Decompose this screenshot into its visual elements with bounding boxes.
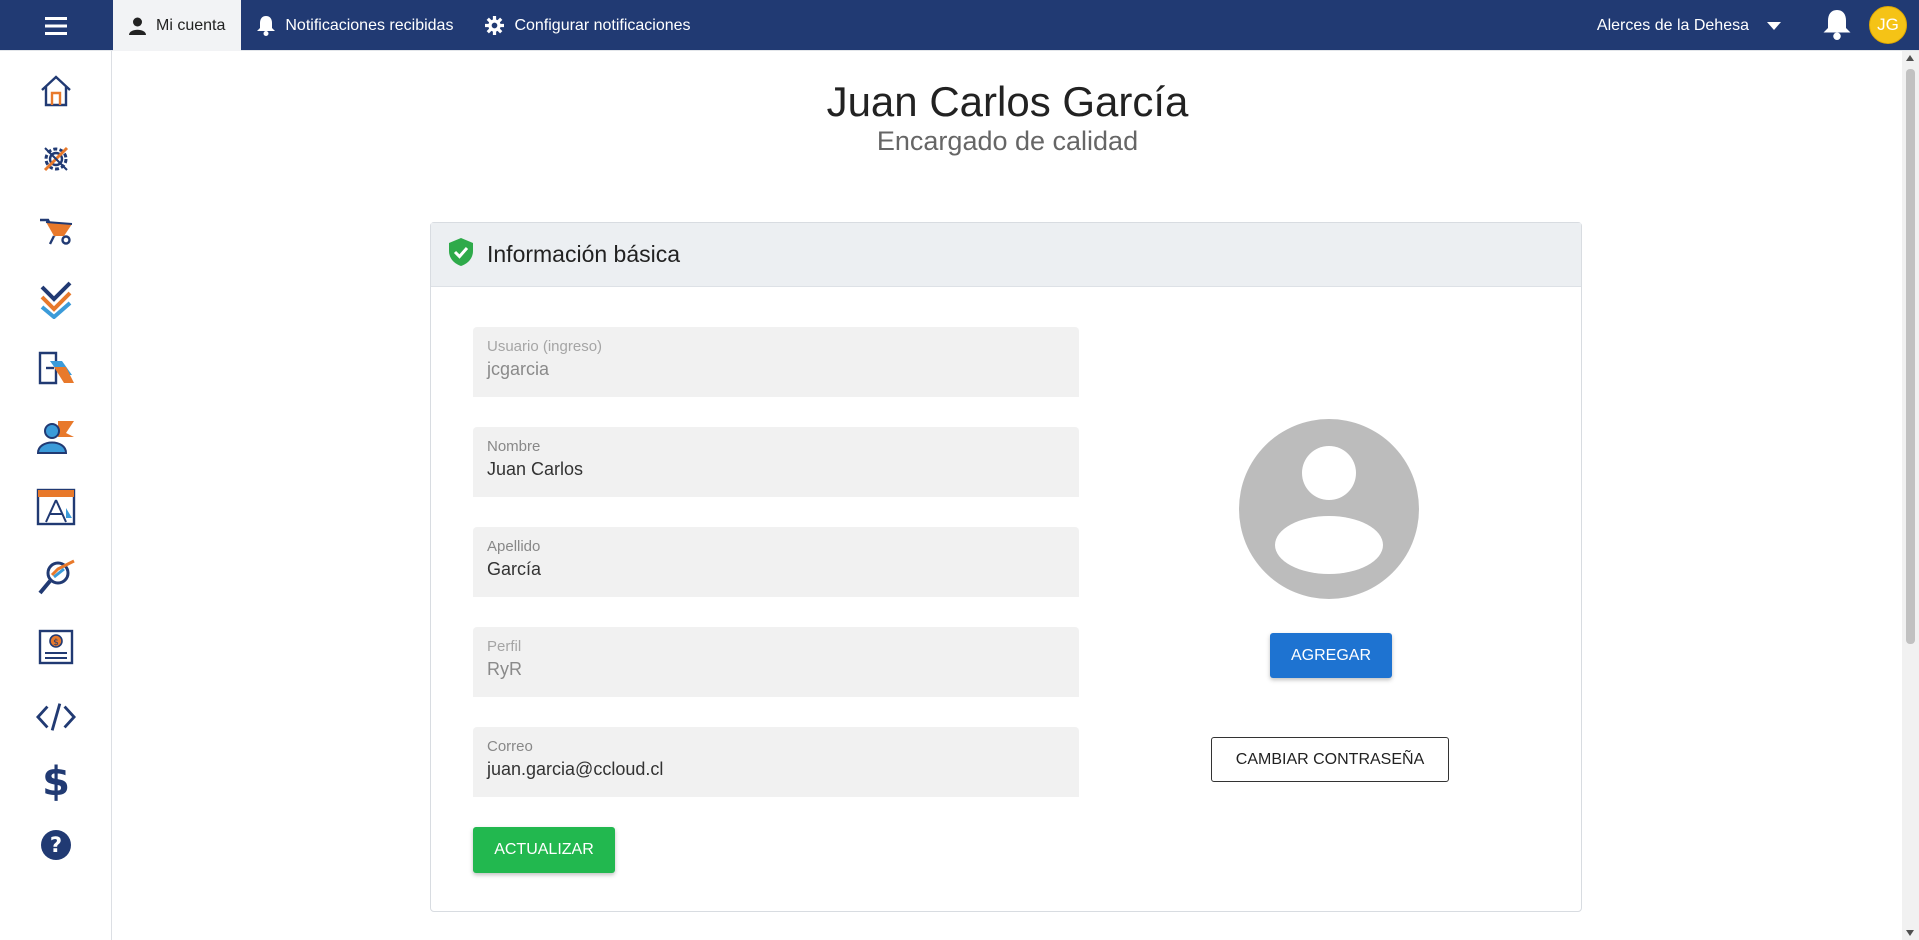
change-password-button[interactable]: CAMBIAR CONTRASEÑA: [1211, 737, 1449, 782]
shield-check-icon: [449, 238, 473, 271]
dollar-icon[interactable]: $: [36, 760, 76, 802]
tab-configurar-notificaciones[interactable]: Configurar notificaciones: [469, 0, 706, 51]
profile-name: Juan Carlos García: [826, 78, 1189, 125]
top-navigation-bar: Mi cuenta Notificaciones recibidas Confi…: [0, 0, 1919, 51]
first-name-field[interactable]: Nombre Juan Carlos: [473, 427, 1079, 497]
blueprint-icon[interactable]: [36, 487, 76, 527]
home-icon[interactable]: [36, 71, 76, 111]
avatar-placeholder-icon: [1239, 419, 1419, 599]
username-label: Usuario (ingreso): [487, 338, 603, 355]
last-name-field[interactable]: Apellido García: [473, 527, 1079, 597]
profile-role: Encargado de calidad: [876, 126, 1139, 156]
tab-label: Mi cuenta: [156, 16, 226, 34]
tab-notificaciones-recibidas[interactable]: Notificaciones recibidas: [241, 0, 469, 51]
wheelbarrow-icon[interactable]: [36, 209, 76, 249]
profile-value: RyR: [487, 659, 522, 679]
tab-label: Notificaciones recibidas: [285, 16, 454, 34]
people-icon[interactable]: [36, 417, 76, 457]
svg-text:$: $: [42, 760, 70, 802]
last-name-label: Apellido: [487, 538, 541, 555]
add-photo-button[interactable]: AGREGAR: [1270, 633, 1392, 678]
username-value: jcgarcia: [487, 359, 550, 379]
scroll-down-arrow-icon[interactable]: [1906, 930, 1914, 936]
company-name: Alerces de la Dehesa: [1596, 16, 1749, 34]
top-tabs: Mi cuenta Notificaciones recibidas Confi…: [113, 0, 707, 51]
user-avatar[interactable]: JG: [1869, 6, 1907, 44]
first-name-label: Nombre: [487, 438, 541, 455]
scroll-thumb[interactable]: [1906, 69, 1915, 644]
first-name-input[interactable]: Juan Carlos: [487, 459, 1065, 483]
page-scrollbar[interactable]: [1902, 51, 1919, 940]
budget-icon[interactable]: $: [36, 627, 76, 667]
username-field: Usuario (ingreso) jcgarcia: [473, 327, 1079, 397]
gear-icon: [485, 16, 505, 35]
user-icon: [129, 17, 146, 35]
chevron-down-icon: [1767, 21, 1781, 30]
company-selector[interactable]: Alerces de la Dehesa: [1597, 0, 1781, 51]
transfer-icon[interactable]: [36, 349, 76, 389]
checklist-icon[interactable]: [36, 279, 76, 319]
scroll-up-arrow-icon[interactable]: [1906, 55, 1914, 61]
profile-photo-placeholder: [1239, 419, 1419, 599]
email-input[interactable]: juan.garcia@ccloud.cl: [487, 759, 1065, 783]
profile-label: Perfil: [487, 638, 522, 655]
tab-mi-cuenta[interactable]: Mi cuenta: [113, 0, 242, 51]
settings-tools-icon[interactable]: [36, 139, 76, 179]
code-icon[interactable]: [36, 697, 76, 737]
card-header: Información básica: [431, 223, 1581, 287]
last-name-input[interactable]: García: [487, 559, 1065, 583]
email-field[interactable]: Correo juan.garcia@ccloud.cl: [473, 727, 1079, 797]
inspection-icon[interactable]: [36, 557, 76, 597]
help-icon[interactable]: ?: [36, 825, 76, 865]
svg-text:$: $: [53, 638, 59, 648]
svg-text:?: ?: [50, 833, 62, 857]
update-button[interactable]: ACTUALIZAR: [473, 827, 615, 873]
hamburger-menu-icon[interactable]: [0, 0, 112, 51]
user-initials: JG: [1877, 15, 1899, 34]
notifications-bell-icon[interactable]: [1823, 10, 1851, 45]
card-title: Información básica: [487, 241, 681, 267]
tab-label: Configurar notificaciones: [514, 16, 691, 34]
email-label: Correo: [487, 738, 533, 755]
basic-info-card: Información básica Usuario (ingreso) jcg…: [430, 222, 1582, 912]
sidebar: $ $ ?: [0, 51, 112, 940]
bell-icon: [257, 15, 276, 36]
profile-field: Perfil RyR: [473, 627, 1079, 697]
